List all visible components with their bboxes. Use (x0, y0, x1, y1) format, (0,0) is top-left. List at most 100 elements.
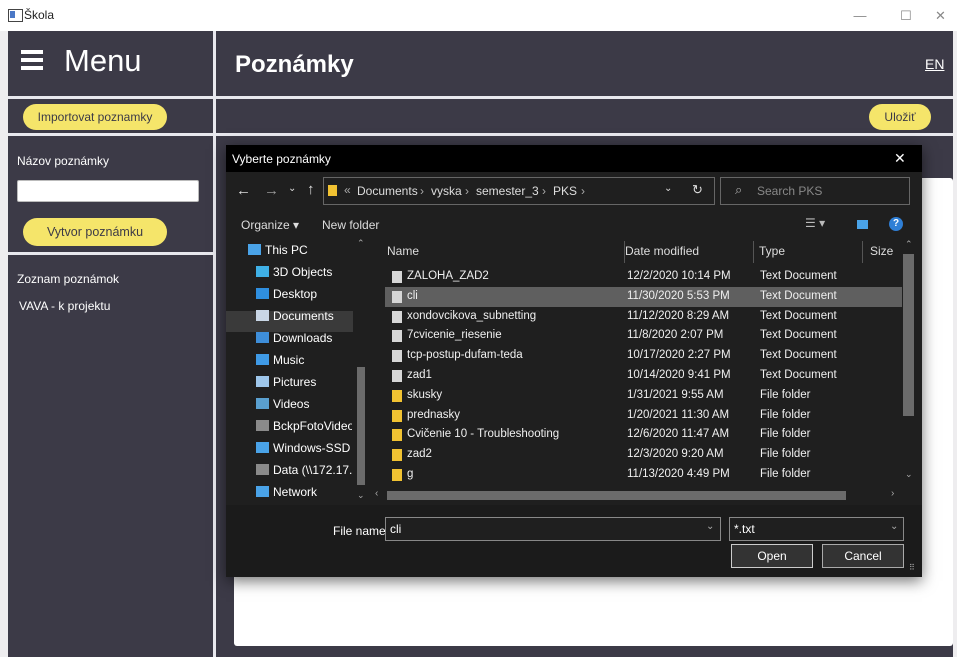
address-dropdown-icon[interactable]: ⌄ (664, 183, 672, 194)
file-name-dropdown-icon[interactable]: ⌄ (706, 521, 714, 532)
nav-item[interactable]: Windows-SSD (C (256, 441, 352, 463)
file-date-modified: 1/20/2021 11:30 AM (627, 408, 730, 421)
file-row[interactable]: tcp-postup-dufam-teda 10/17/2020 2:27 PM T… (385, 346, 902, 366)
cancel-button[interactable]: Cancel (822, 544, 904, 568)
text-document-icon (392, 330, 402, 343)
nav-item[interactable]: Network (256, 485, 352, 505)
window-title: Škola (24, 8, 55, 22)
file-type: Text Document (760, 289, 837, 302)
file-row[interactable]: g 11/13/2020 4:49 PM File folder (385, 465, 902, 485)
file-row[interactable]: Cvičenie 10 - Troubleshooting 12/6/2020 1… (385, 425, 902, 445)
nav-item[interactable]: Downloads (256, 331, 352, 353)
file-type: File folder (760, 448, 811, 461)
column-type[interactable]: Type (759, 244, 785, 258)
save-button[interactable]: Uložiť (869, 104, 931, 130)
up-arrow-icon[interactable]: ↑ (307, 181, 315, 198)
close-window-button[interactable]: ✕ (924, 4, 957, 28)
pc-icon (248, 244, 261, 255)
file-type: File folder (760, 408, 811, 421)
breadcrumb-item[interactable]: vyska (431, 184, 462, 198)
file-date-modified: 11/8/2020 2:07 PM (627, 329, 724, 342)
file-type-dropdown-icon[interactable]: ⌄ (890, 521, 898, 532)
nav-item-label: Data (\\172.17.2. (273, 463, 352, 477)
file-name: g (407, 468, 414, 480)
nav-item-label: Music (273, 353, 305, 367)
breadcrumb-item[interactable]: PKS (553, 184, 577, 198)
note-list-item[interactable]: VAVA - k projektu (19, 299, 110, 313)
nav-item[interactable]: Videos (256, 397, 352, 419)
file-row[interactable]: prednasky 1/20/2021 11:30 AM File folder (385, 406, 902, 426)
file-row[interactable]: xondovcikova_subnetting 11/12/2020 8:29 A… (385, 307, 902, 327)
file-type-select[interactable]: *.txt ⌄ (729, 517, 904, 541)
file-name-input[interactable]: cli ⌄ (385, 517, 721, 541)
nav-item[interactable]: This PC (248, 243, 352, 265)
file-name: zad1 (407, 369, 432, 381)
column-name[interactable]: Name (387, 244, 419, 258)
file-row[interactable]: zad1 10/14/2020 9:41 PM Text Document (385, 366, 902, 386)
maximize-button[interactable]: ☐ (883, 4, 929, 28)
search-placeholder: Search PKS (757, 184, 823, 198)
file-type: Text Document (760, 369, 837, 381)
open-button[interactable]: Open (731, 544, 813, 568)
list-scrollbar[interactable]: ⌃ ⌄ (902, 237, 916, 487)
column-date-modified[interactable]: Date modified (625, 244, 699, 258)
nav-item-label: BckpFotoVideo ( (273, 419, 352, 433)
view-options-icon[interactable]: ☰ ▾ (805, 216, 825, 230)
file-name-label: File name: (333, 524, 390, 538)
nav-item[interactable]: Music (256, 353, 352, 375)
help-icon[interactable]: ? (889, 217, 903, 231)
video-icon (256, 398, 269, 409)
file-type: File folder (760, 388, 811, 401)
create-note-button[interactable]: Vytvor poznámku (23, 218, 167, 246)
nav-item[interactable]: Pictures (256, 375, 352, 397)
file-row[interactable]: ZALOHA_ZAD2 12/2/2020 10:14 PM Text Docume… (385, 267, 902, 287)
file-row[interactable]: zad2 12/3/2020 9:20 AM File folder (385, 445, 902, 465)
resize-grip-icon[interactable]: ⠿ (909, 563, 915, 572)
nav-item-label: 3D Objects (273, 265, 333, 279)
file-name: tcp-postup-dufam-teda (407, 349, 523, 362)
nav-item[interactable]: Desktop (256, 287, 352, 309)
organize-button[interactable]: Organize ▾ (241, 218, 299, 232)
nav-item[interactable]: 3D Objects (256, 265, 352, 287)
nav-item[interactable]: BckpFotoVideo ( (256, 419, 352, 441)
breadcrumb-item[interactable]: Documents (357, 184, 418, 198)
breadcrumb-item[interactable]: semester_3 (476, 184, 539, 198)
file-open-dialog: Vyberte poznámky ✕ ← → ⌄ ↑ « Documents ›… (226, 145, 922, 577)
forward-arrow-icon[interactable]: → (264, 182, 279, 199)
nav-item-label: Pictures (273, 375, 317, 389)
text-document-icon (392, 271, 402, 283)
address-bar[interactable]: « Documents › vyska › semester_3 › PKS ›… (323, 177, 715, 205)
nav-scrollbar[interactable]: ⌃ ⌄ (354, 237, 368, 505)
file-type: Text Document (760, 270, 837, 282)
note-name-input[interactable] (17, 180, 199, 202)
hamburger-icon[interactable] (21, 50, 45, 70)
file-date-modified: 12/6/2020 11:47 AM (627, 428, 730, 441)
recent-chevron-icon[interactable]: ⌄ (288, 183, 296, 194)
new-folder-button[interactable]: New folder (322, 218, 379, 232)
folder-icon (392, 409, 402, 422)
folder-icon (392, 389, 402, 402)
language-link[interactable]: EN (925, 56, 944, 72)
file-row[interactable]: skusky 1/31/2021 9:55 AM File folder (385, 386, 902, 406)
file-type: File folder (760, 468, 811, 480)
dialog-close-icon[interactable]: ✕ (894, 150, 906, 167)
preview-pane-icon[interactable] (857, 220, 868, 229)
window-titlebar: Škola — ☐ ✕ (0, 0, 957, 31)
nav-item[interactable]: Data (\\172.17.2. (256, 463, 352, 485)
file-name: Cvičenie 10 - Troubleshooting (407, 428, 560, 441)
back-arrow-icon[interactable]: ← (236, 182, 251, 199)
folder-icon (392, 429, 402, 442)
minimize-button[interactable]: — (837, 4, 883, 28)
file-row[interactable]: cli 11/30/2020 5:53 PM Text Document (385, 286, 902, 307)
folder-icon (392, 449, 402, 462)
network-drive-icon (256, 420, 269, 431)
column-size[interactable]: Size (870, 244, 893, 258)
refresh-icon[interactable]: ↻ (692, 182, 703, 198)
file-row[interactable]: 7cvicenie_riesenie 11/8/2020 2:07 PM Text … (385, 326, 902, 346)
picture-icon (256, 376, 269, 387)
search-box[interactable]: ⌕ Search PKS (720, 177, 910, 205)
import-notes-button[interactable]: Importovat poznamky (23, 104, 167, 130)
nav-item[interactable]: Documents (256, 309, 352, 331)
horizontal-scrollbar[interactable]: ‹ › (373, 488, 903, 502)
dialog-titlebar: Vyberte poznámky ✕ (226, 145, 922, 172)
